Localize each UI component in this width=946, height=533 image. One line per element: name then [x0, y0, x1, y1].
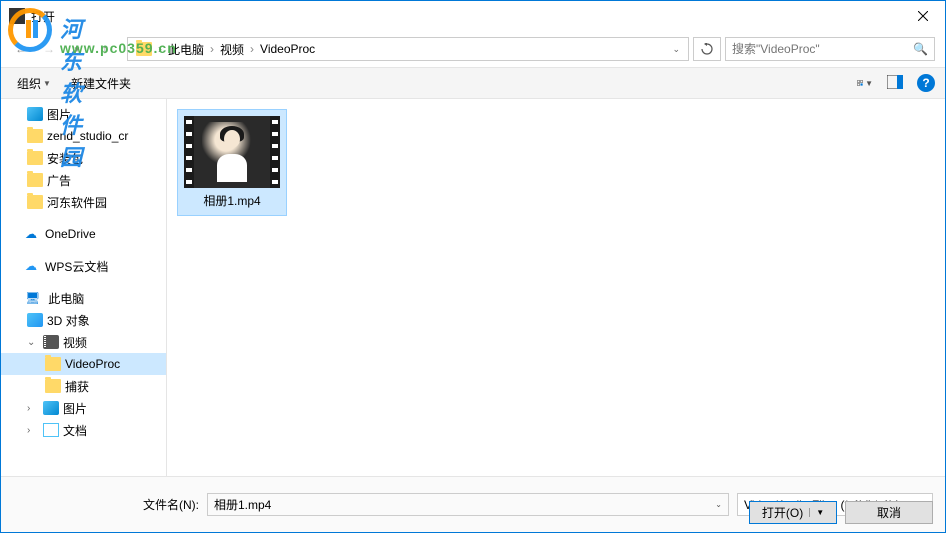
folder-icon — [45, 379, 61, 393]
preview-pane-button[interactable] — [887, 75, 903, 91]
file-label: 相册1.mp4 — [203, 192, 260, 209]
onedrive-icon: ☁ — [25, 227, 37, 241]
sidebar-item-video[interactable]: ⌄视频 — [1, 331, 166, 353]
pictures-icon — [43, 401, 59, 415]
back-button[interactable]: ← — [11, 39, 31, 59]
sidebar-item-pc[interactable]: 🖥此电脑 — [1, 287, 166, 309]
sidebar-item-3d[interactable]: 3D 对象 — [1, 309, 166, 331]
recent-dropdown[interactable]: ▼ — [67, 39, 87, 59]
folder-icon — [27, 173, 43, 187]
new-folder-button[interactable]: 新建文件夹 — [65, 73, 137, 94]
folder-icon — [27, 129, 43, 143]
pc-icon: 🖥 — [25, 291, 40, 305]
cancel-button[interactable]: 取消 — [845, 501, 933, 524]
breadcrumb-item[interactable]: VideoProc — [260, 42, 315, 56]
search-icon[interactable]: 🔍 — [913, 42, 928, 56]
folder-icon — [45, 357, 61, 371]
pictures-icon — [27, 107, 43, 121]
open-button[interactable]: 打开(O) ▼ — [749, 501, 837, 524]
forward-button[interactable]: → — [39, 39, 59, 59]
filename-input[interactable]: 相册1.mp4 ⌄ — [207, 493, 729, 516]
breadcrumb[interactable]: › 此电脑 › 视频 › VideoProc ⌄ — [127, 37, 689, 61]
close-button[interactable] — [900, 1, 945, 31]
app-icon — [9, 8, 25, 24]
toolbar: 组织 ▼ 新建文件夹 ▼ ? — [1, 67, 945, 99]
sidebar-item-folder[interactable]: 河东软件园 — [1, 191, 166, 213]
breadcrumb-item[interactable]: 视频 — [220, 41, 244, 58]
search-input[interactable] — [732, 42, 902, 56]
sidebar-item-folder[interactable]: 安装包 — [1, 147, 166, 169]
sidebar-item-wps[interactable]: ☁WPS云文档 — [1, 255, 166, 277]
filename-label: 文件名(N): — [143, 496, 199, 513]
titlebar: 打开 — [1, 1, 945, 31]
breadcrumb-item[interactable]: 此电脑 — [168, 41, 204, 58]
sidebar: 图片 zend_studio_cr 安装包 广告 河东软件园 ☁OneDrive… — [1, 99, 167, 477]
sidebar-item-videoproc[interactable]: VideoProc — [1, 353, 166, 375]
organize-button[interactable]: 组织 ▼ — [11, 73, 57, 94]
wps-icon: ☁ — [25, 259, 37, 273]
up-button[interactable]: ↑ — [95, 39, 115, 59]
view-mode-button[interactable]: ▼ — [857, 75, 873, 91]
sidebar-item-capture[interactable]: 捕获 — [1, 375, 166, 397]
sidebar-item-onedrive[interactable]: ☁OneDrive — [1, 223, 166, 245]
chevron-down-icon[interactable]: ⌄ — [715, 500, 722, 509]
sidebar-item-docs[interactable]: ›文档 — [1, 419, 166, 441]
navbar: ← → ▼ ↑ › 此电脑 › 视频 › VideoProc ⌄ 🔍 — [1, 31, 945, 67]
docs-icon — [43, 423, 59, 437]
video-thumbnail — [184, 116, 280, 188]
file-item[interactable]: 相册1.mp4 — [177, 109, 287, 216]
video-icon — [43, 335, 59, 349]
search-box[interactable]: 🔍 — [725, 37, 935, 61]
file-area[interactable]: 相册1.mp4 — [167, 99, 945, 477]
folder-icon — [27, 151, 43, 165]
window-title: 打开 — [31, 8, 55, 25]
sidebar-item-folder[interactable]: 广告 — [1, 169, 166, 191]
sidebar-item-pictures[interactable]: ›图片 — [1, 397, 166, 419]
help-button[interactable]: ? — [917, 74, 935, 92]
folder-icon — [27, 195, 43, 209]
folder-icon — [136, 42, 152, 56]
3d-icon — [27, 313, 43, 327]
refresh-button[interactable] — [693, 37, 721, 61]
sidebar-item-folder[interactable]: zend_studio_cr — [1, 125, 166, 147]
sidebar-item-pictures[interactable]: 图片 — [1, 103, 166, 125]
